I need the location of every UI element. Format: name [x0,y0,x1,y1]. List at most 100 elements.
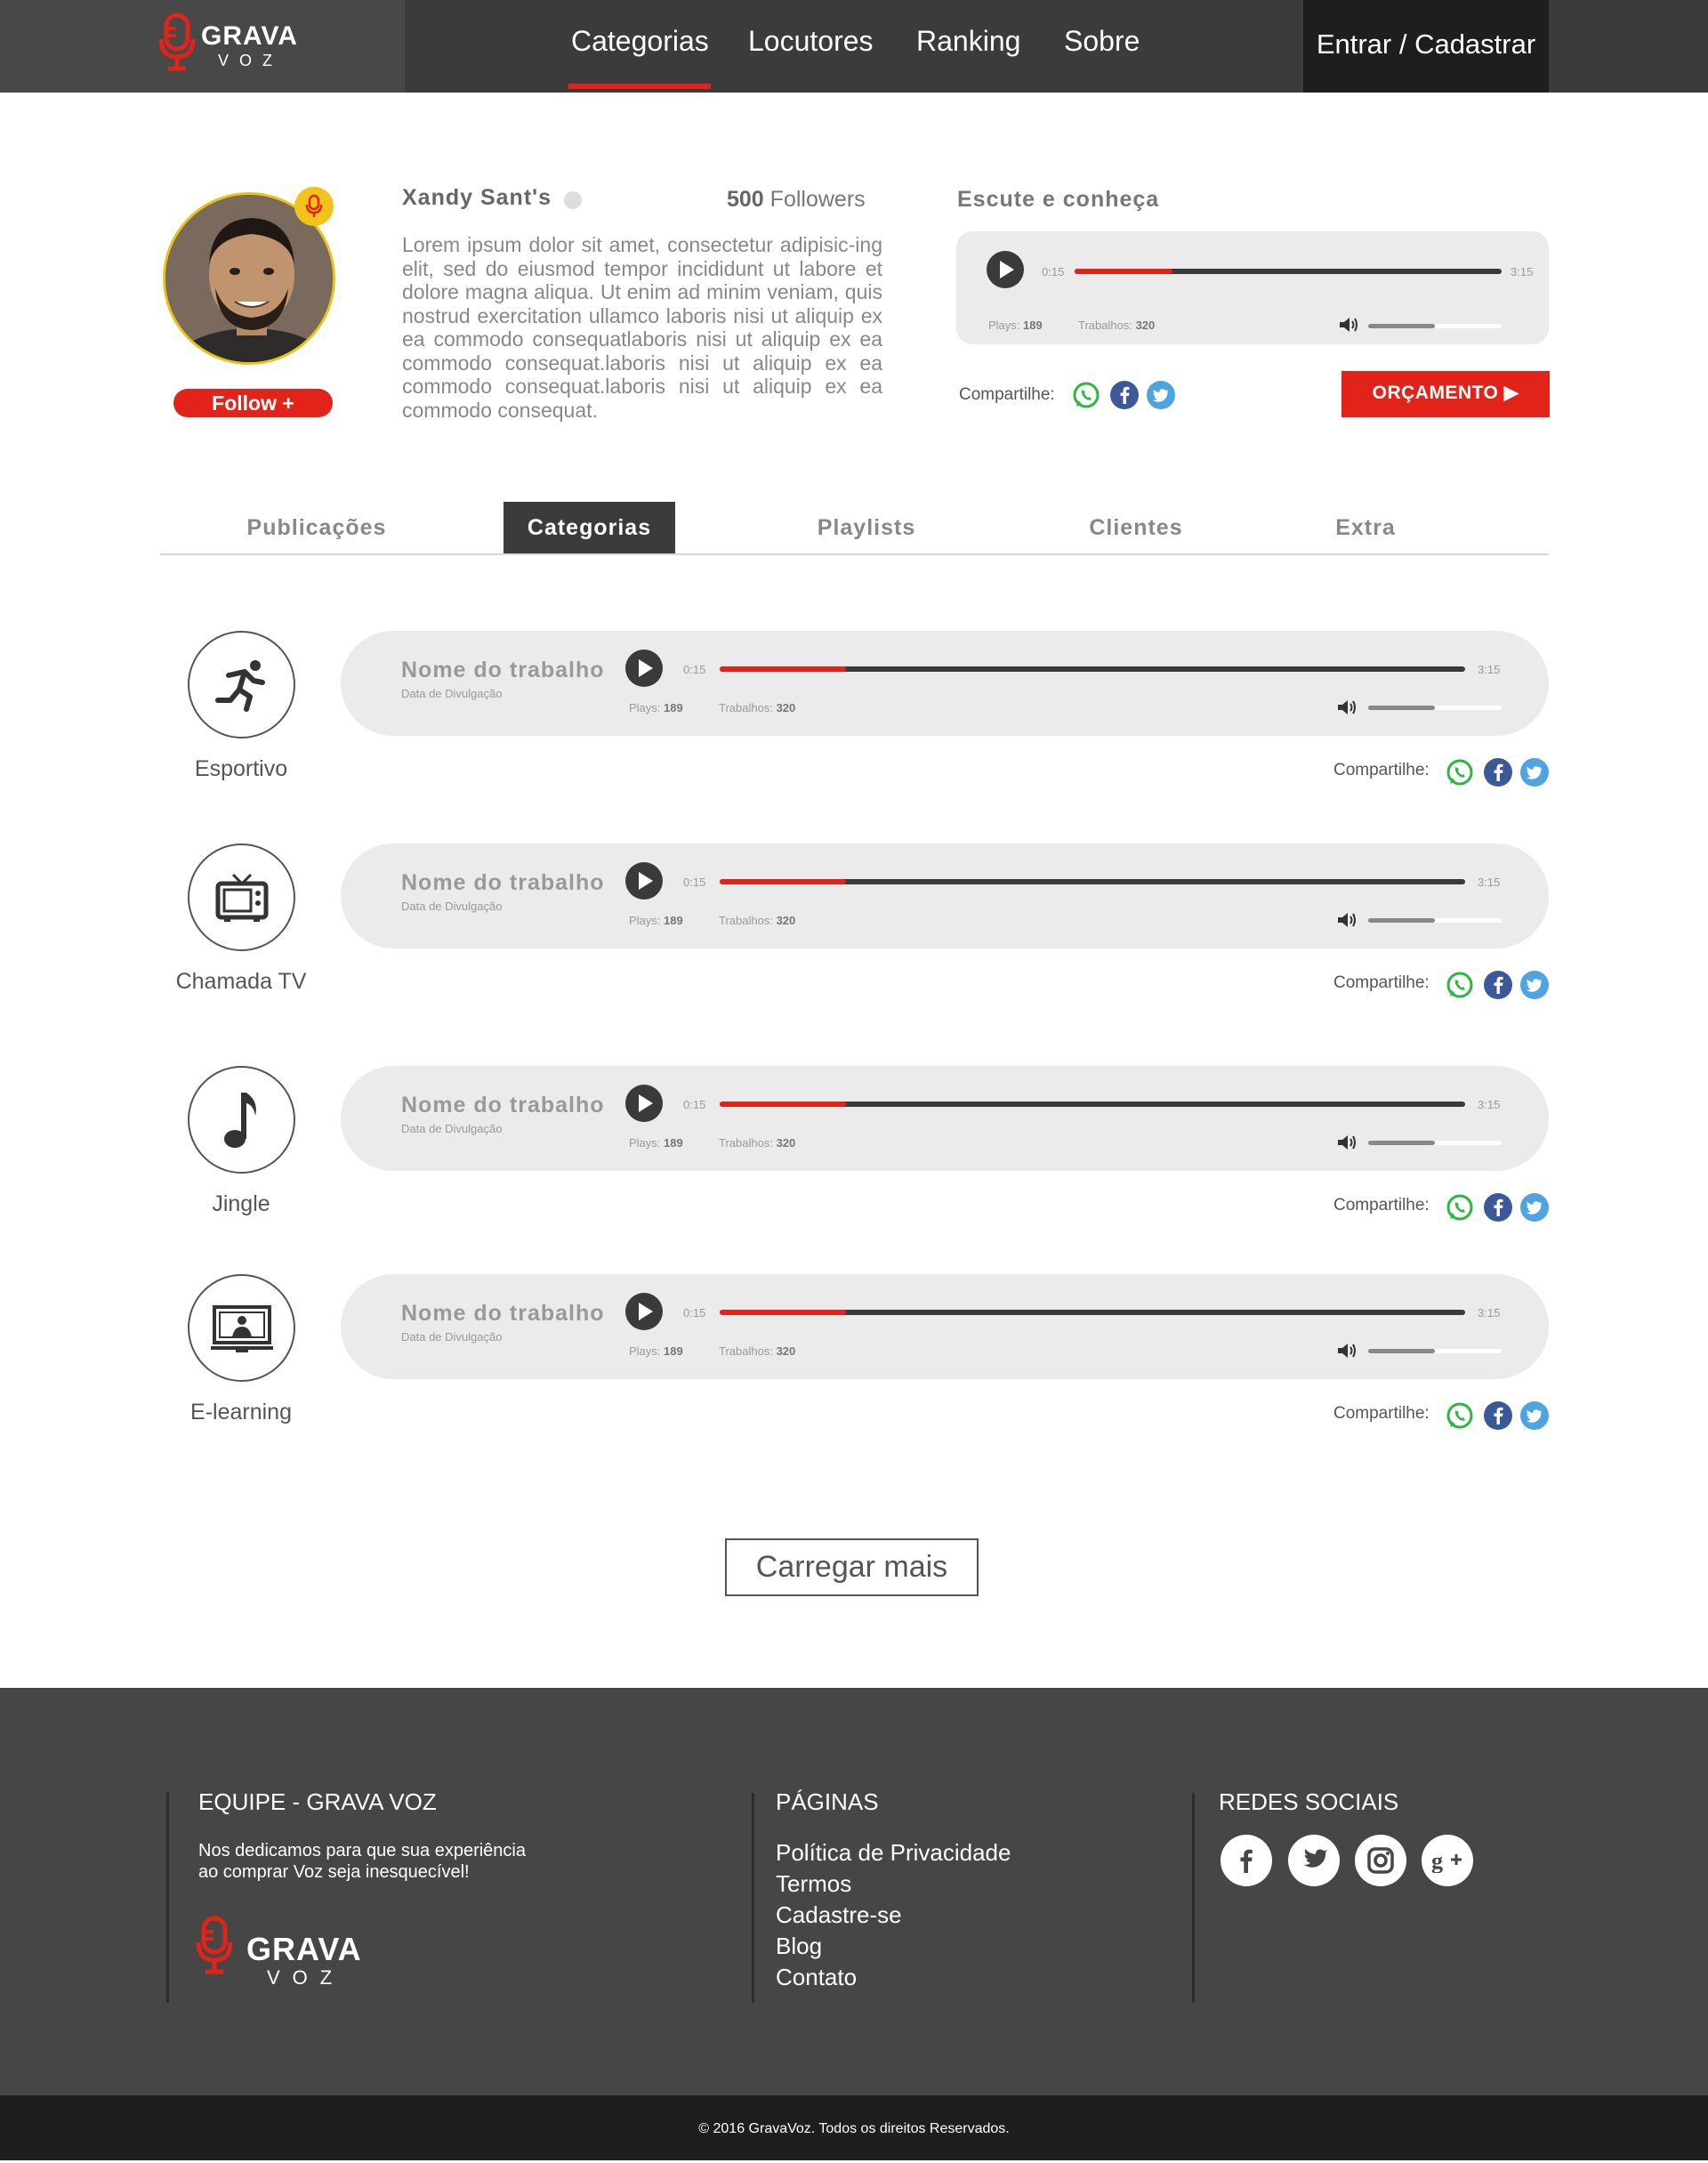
footer-link-privacy[interactable]: Política de Privacidade [776,1839,1011,1867]
share-facebook[interactable] [1484,1401,1512,1430]
works-stat: Trabalhos: 320 [719,914,795,927]
twitter-icon[interactable] [1147,381,1175,409]
budget-button[interactable]: ORÇAMENTO ▶ [1341,371,1550,417]
plays-label: Plays: [629,1344,661,1358]
share-label: Compartilhe: [959,385,1055,404]
progress-bar[interactable] [720,1102,1465,1107]
share-facebook[interactable] [1484,758,1512,787]
share-label: Compartilhe: [1333,1196,1430,1215]
volume-fill [1368,918,1435,923]
follow-button[interactable]: Follow + [173,389,333,417]
whatsapp-icon[interactable] [1446,1193,1474,1222]
track-title: Nome do trabalho [401,1093,605,1118]
footer-link-terms[interactable]: Termos [776,1870,851,1898]
verified-icon [564,191,582,209]
whatsapp-icon[interactable] [1446,971,1474,999]
share-facebook[interactable] [1484,971,1512,999]
load-more-button[interactable]: Carregar mais [725,1538,979,1596]
tab-playlists[interactable]: Playlists [777,502,955,553]
time-current: 0:15 [1042,265,1065,278]
share-twitter[interactable] [1520,758,1549,787]
volume-slider[interactable] [1368,324,1502,328]
track-player: Nome do trabalho Data de Divulgação 0:15… [341,1274,1549,1379]
works-value: 320 [776,1136,796,1150]
share-whatsapp[interactable] [1446,1193,1474,1222]
whatsapp-icon[interactable] [1446,758,1474,787]
volume-control [1337,1343,1357,1359]
footer-link-contact[interactable]: Contato [776,1964,857,1991]
nav-locutores[interactable]: Locutores [748,25,874,58]
footer-logo-text: GRAVA [246,1931,362,1967]
footer-facebook-button[interactable] [1221,1835,1272,1886]
twitter-icon[interactable] [1520,1193,1549,1222]
volume-control [1337,912,1357,928]
play-button[interactable] [625,1293,663,1330]
play-button[interactable] [625,862,663,900]
whatsapp-icon[interactable] [1446,1401,1474,1430]
progress-bar[interactable] [720,1310,1465,1315]
tab-publicacoes[interactable]: Publicações [228,502,406,553]
facebook-icon[interactable] [1110,381,1139,409]
volume-icon[interactable] [1337,1134,1357,1150]
play-button[interactable] [987,251,1024,288]
login-signup-button[interactable]: Entrar / Cadastrar [1303,0,1549,93]
progress-bar[interactable] [720,879,1465,884]
share-label: Compartilhe: [1333,761,1430,779]
plays-stat: Plays: 189 [988,319,1043,332]
share-twitter[interactable] [1520,971,1549,999]
share-whatsapp[interactable] [1446,971,1474,999]
volume-slider[interactable] [1368,706,1502,710]
time-total: 3:15 [1478,1098,1501,1111]
volume-control [1337,699,1357,715]
twitter-icon[interactable] [1520,971,1549,999]
volume-slider[interactable] [1368,1141,1502,1145]
facebook-icon[interactable] [1484,1193,1512,1222]
plays-label: Plays: [629,701,661,714]
category-icon-button[interactable] [188,1274,295,1382]
nav-sobre[interactable]: Sobre [1064,25,1140,58]
volume-fill [1368,1141,1435,1145]
volume-fill [1368,706,1435,710]
tab-categorias[interactable]: Categorias [504,502,675,553]
footer-instagram-button[interactable] [1355,1835,1406,1886]
volume-slider[interactable] [1368,918,1502,923]
footer-link-blog[interactable]: Blog [776,1933,822,1960]
progress-fill [720,879,847,884]
share-whatsapp[interactable] [1446,758,1474,787]
twitter-icon[interactable] [1520,1401,1549,1430]
share-twitter[interactable] [1520,1193,1549,1222]
twitter-icon[interactable] [1520,758,1549,787]
works-label: Trabalhos: [719,1136,773,1150]
volume-control [1337,1134,1357,1150]
play-button[interactable] [625,1085,663,1122]
footer-google-plus-button[interactable]: g [1422,1835,1473,1886]
works-value: 320 [776,914,796,927]
category-icon-button[interactable] [188,631,295,738]
footer-link-signup[interactable]: Cadastre-se [776,1901,902,1929]
nav-ranking[interactable]: Ranking [916,25,1020,58]
footer-divider [1192,1793,1195,2003]
share-whatsapp[interactable] [1446,1401,1474,1430]
category-icon-button[interactable] [188,843,295,951]
volume-slider[interactable] [1368,1349,1502,1353]
category-icon-button[interactable] [188,1066,295,1174]
volume-icon[interactable] [1339,317,1358,333]
volume-icon[interactable] [1337,912,1357,928]
facebook-icon[interactable] [1484,971,1512,999]
tabs-divider [160,553,1549,555]
volume-icon[interactable] [1337,1343,1357,1359]
nav-categorias[interactable]: Categorias [571,25,709,58]
volume-icon[interactable] [1337,699,1357,715]
share-facebook[interactable] [1484,1193,1512,1222]
progress-bar[interactable] [1075,269,1502,274]
whatsapp-icon[interactable] [1072,381,1100,409]
tab-extra[interactable]: Extra [1277,502,1454,553]
tab-clientes[interactable]: Clientes [1047,502,1225,553]
facebook-icon[interactable] [1484,1401,1512,1430]
play-button[interactable] [625,650,663,687]
footer-twitter-button[interactable] [1288,1835,1340,1886]
facebook-icon[interactable] [1484,758,1512,787]
share-twitter[interactable] [1520,1401,1549,1430]
plays-stat: Plays: 189 [629,701,683,714]
progress-bar[interactable] [720,666,1465,672]
